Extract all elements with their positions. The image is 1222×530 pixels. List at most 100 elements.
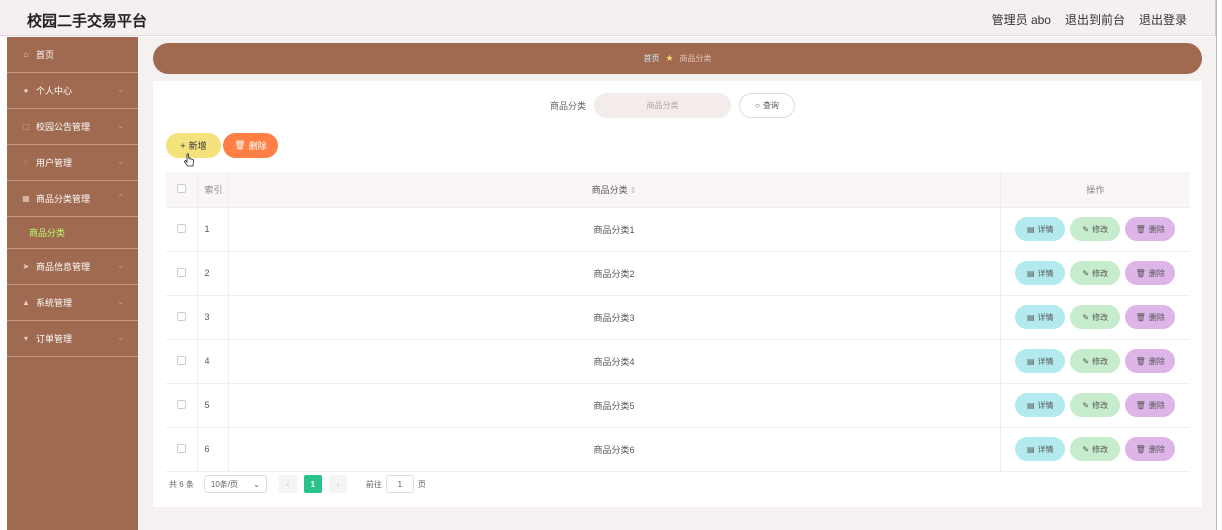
trash-icon: 🗑: [1135, 444, 1146, 454]
edit-label: 修改: [1092, 312, 1109, 322]
detail-button[interactable]: ▤ 详情: [1015, 437, 1066, 461]
next-page-button[interactable]: ›: [328, 475, 347, 493]
delete-button[interactable]: 🗑 删除: [1125, 217, 1176, 241]
detail-button[interactable]: ▤ 详情: [1015, 305, 1066, 329]
edit-button[interactable]: ✎ 修改: [1070, 261, 1121, 285]
select-all-checkbox[interactable]: [176, 183, 186, 193]
sidebar-item-home[interactable]: ⌂ 首页: [7, 37, 138, 73]
breadcrumb: 首页 ★ 商品分类: [153, 43, 1202, 74]
table-body: 1 商品分类1 ▤详情 ✎修改 🗑删除 2 商品分类2 ▤详情 ✎修改: [166, 207, 1190, 472]
detail-button[interactable]: ▤ 详情: [1015, 261, 1066, 285]
edit-label: 修改: [1092, 224, 1109, 234]
trash-icon: 🗑: [1135, 224, 1146, 234]
edit-label: 修改: [1092, 444, 1109, 454]
sidebar-item-label: 订单管理: [36, 334, 73, 344]
sort-icon[interactable]: ⇕: [630, 186, 637, 195]
row-ops: ▤ 详情 ✎ 修改 🗑 删除: [1000, 207, 1190, 252]
detail-label: 详情: [1037, 356, 1054, 366]
sidebar-item-label: 用户管理: [36, 158, 73, 168]
row-ops: ▤ 详情 ✎ 修改 🗑 删除: [1000, 427, 1190, 472]
detail-button[interactable]: ▤ 详情: [1015, 349, 1066, 373]
chevron-right-icon: ›: [336, 479, 340, 489]
trash-icon: 🗑: [1135, 312, 1146, 322]
delete-button[interactable]: 🗑 删除: [1125, 393, 1176, 417]
sidebar-item-orders[interactable]: ▾ 订单管理 ⌄: [7, 321, 138, 357]
row-checkbox[interactable]: [176, 355, 186, 365]
row-checkbox[interactable]: [176, 443, 186, 453]
row-category-name: 商品分类4: [228, 339, 1001, 384]
detail-label: 详情: [1037, 312, 1054, 322]
edit-button[interactable]: ✎ 修改: [1070, 217, 1121, 241]
star-icon: ★: [665, 53, 674, 63]
detail-button[interactable]: ▤ 详情: [1015, 393, 1066, 417]
prev-page-button[interactable]: ‹: [278, 475, 297, 493]
page-number-current[interactable]: 1: [303, 475, 322, 493]
row-checkbox[interactable]: [176, 399, 186, 409]
sidebar-subitem-category[interactable]: 商品分类: [7, 217, 138, 249]
row-index: 1: [197, 207, 229, 252]
category-search-input[interactable]: 商品分类: [594, 93, 732, 118]
order-icon: ▾: [23, 334, 28, 343]
chevron-left-icon: ‹: [286, 479, 290, 489]
detail-button[interactable]: ▤ 详情: [1015, 217, 1066, 241]
trash-icon: 🗑: [1135, 400, 1146, 410]
sidebar: ⌂ 首页 ● 个人中心 ⌄ ⬚ 校园公告管理 ⌄ ◌ 用户管理 ⌄ ▦ 商品分类…: [7, 37, 138, 530]
row-index: 2: [197, 251, 229, 296]
row-checkbox[interactable]: [176, 311, 186, 321]
query-button-label: 查询: [762, 101, 779, 110]
sidebar-item-label: 系统管理: [36, 298, 73, 308]
sidebar-item-system[interactable]: ▲ 系统管理 ⌄: [7, 285, 138, 321]
edit-button[interactable]: ✎ 修改: [1070, 393, 1121, 417]
edit-button[interactable]: ✎ 修改: [1070, 305, 1121, 329]
sidebar-item-users[interactable]: ◌ 用户管理 ⌄: [7, 145, 138, 181]
chevron-down-icon: ⌄: [117, 157, 124, 166]
delete-button[interactable]: 🗑 删除: [1125, 349, 1176, 373]
breadcrumb-home[interactable]: 首页: [643, 53, 659, 64]
trash-icon: 🗑: [1135, 268, 1146, 278]
category-table: 索引 商品分类 ⇕ 操作 1 商品分类1 ▤ 详情 ✎ 修改 🗑 删除 2 商品…: [166, 172, 1190, 472]
detail-label: 详情: [1037, 444, 1054, 454]
edit-label: 修改: [1092, 400, 1109, 410]
trash-icon: 🗑: [1135, 356, 1146, 366]
row-ops: ▤ 详情 ✎ 修改 🗑 删除: [1000, 383, 1190, 428]
category-header[interactable]: 商品分类 ⇕: [228, 172, 1001, 208]
page-size-select[interactable]: 10条/页 ⌄: [203, 475, 267, 493]
main-content: 首页 ★ 商品分类 商品分类 商品分类 ○ 查询 + 新增 🗑 删除 索引 商品…: [138, 37, 1216, 530]
delete-label: 删除: [1148, 400, 1165, 410]
pencil-icon: ✎: [1082, 312, 1090, 322]
query-button[interactable]: ○ 查询: [739, 93, 796, 118]
batch-delete-button[interactable]: 🗑 删除: [223, 133, 278, 158]
pencil-icon: ✎: [1082, 444, 1090, 454]
add-button-label: 新增: [188, 141, 207, 151]
delete-label: 删除: [1148, 312, 1165, 322]
row-checkbox[interactable]: [176, 267, 186, 277]
document-icon: ▤: [1026, 312, 1035, 322]
delete-button[interactable]: 🗑 删除: [1125, 305, 1176, 329]
row-ops: ▤ 详情 ✎ 修改 🗑 删除: [1000, 339, 1190, 384]
ops-header: 操作: [1000, 172, 1190, 208]
window-edge: [1216, 0, 1217, 530]
back-to-front-link[interactable]: 退出到前台: [1065, 11, 1125, 28]
row-check-cell: [166, 383, 198, 428]
edit-button[interactable]: ✎ 修改: [1070, 349, 1121, 373]
edit-button[interactable]: ✎ 修改: [1070, 437, 1121, 461]
logout-link[interactable]: 退出登录: [1139, 11, 1187, 28]
detail-label: 详情: [1037, 400, 1054, 410]
pagination: 共 6 条 10条/页 ⌄ ‹ 1 › 前往 1 页: [169, 475, 426, 493]
document-icon: ▤: [1026, 268, 1035, 278]
row-check-cell: [166, 251, 198, 296]
users-icon: ◌: [23, 158, 29, 167]
sidebar-item-category[interactable]: ▦ 商品分类管理 ⌃: [7, 181, 138, 217]
row-checkbox[interactable]: [176, 223, 186, 233]
delete-button[interactable]: 🗑 删除: [1125, 261, 1176, 285]
table-row: 2 商品分类2 ▤ 详情 ✎ 修改 🗑 删除: [166, 251, 1190, 296]
goto-page-input[interactable]: 1: [385, 475, 414, 493]
sidebar-item-goods[interactable]: ➤ 商品信息管理 ⌄: [7, 249, 138, 285]
sidebar-item-profile[interactable]: ● 个人中心 ⌄: [7, 73, 138, 109]
document-icon: ▤: [1026, 400, 1035, 410]
delete-button[interactable]: 🗑 删除: [1125, 437, 1176, 461]
sidebar-item-notice[interactable]: ⬚ 校园公告管理 ⌄: [7, 109, 138, 145]
delete-label: 删除: [1148, 444, 1165, 454]
table-row: 4 商品分类4 ▤ 详情 ✎ 修改 🗑 删除: [166, 339, 1190, 384]
document-icon: ▤: [1026, 356, 1035, 366]
